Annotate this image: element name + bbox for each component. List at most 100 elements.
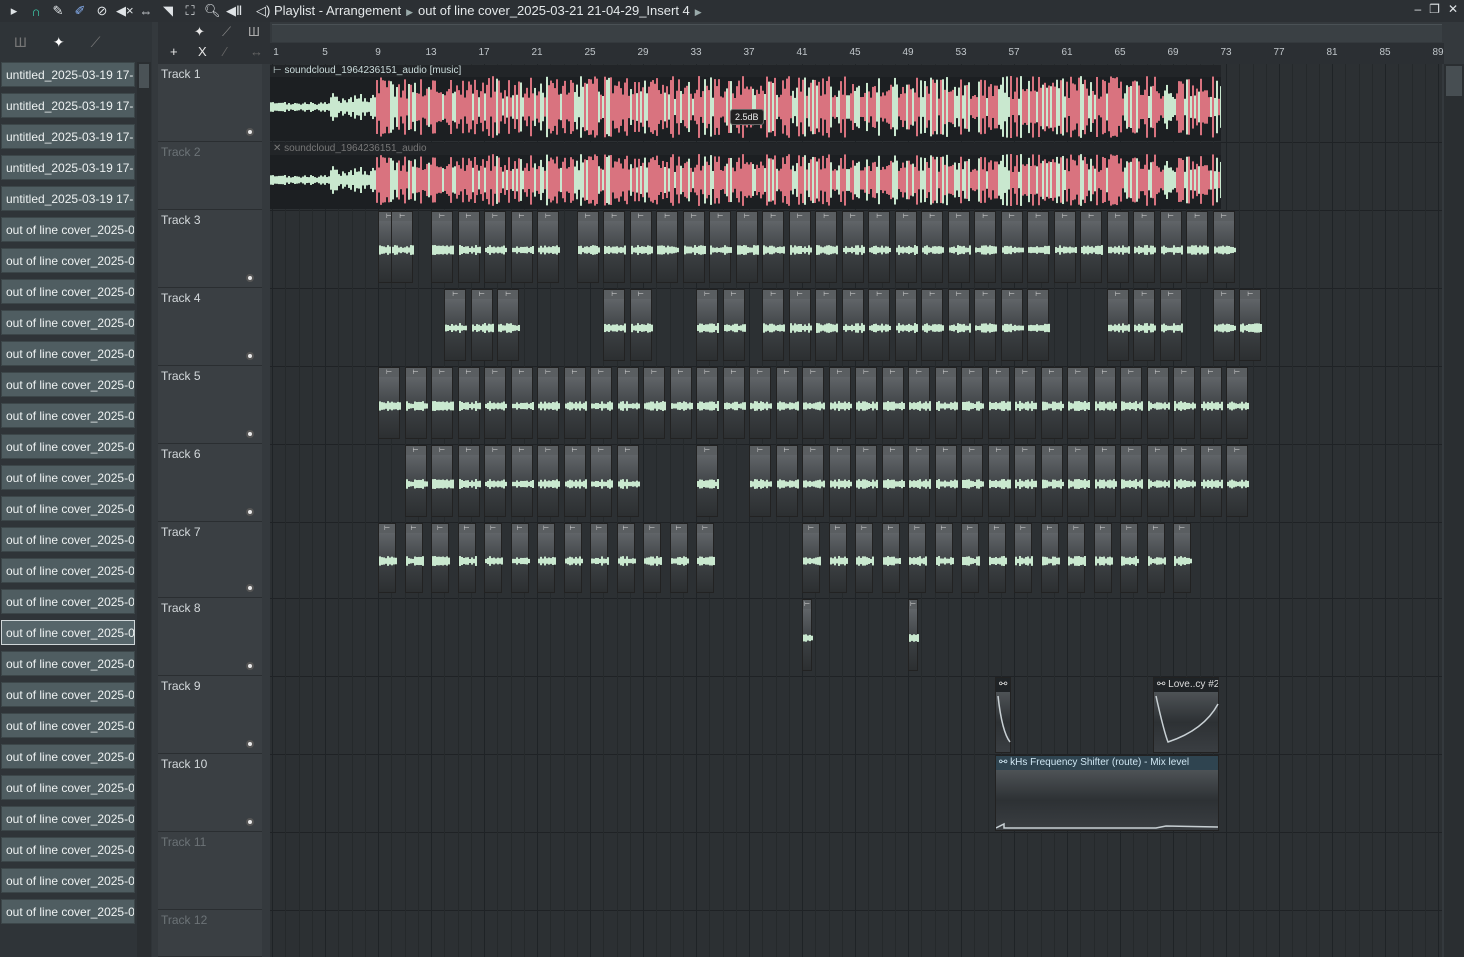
pattern-clip[interactable]: ⊢ <box>934 523 954 593</box>
pattern-clip[interactable]: ⊢ <box>815 211 839 283</box>
paint-icon[interactable]: ✐ <box>72 3 88 19</box>
track-header[interactable]: Track 10 <box>158 754 262 832</box>
picker-item[interactable]: out of line cover_2025-0... <box>1 620 135 645</box>
automation-icon[interactable]: ⟋ <box>91 34 101 51</box>
picker-item[interactable]: untitled_2025-03-19 17-... <box>1 124 135 149</box>
pattern-clip[interactable]: ⊢ <box>537 211 560 283</box>
pattern-clip[interactable]: ⊢ <box>762 211 786 283</box>
pattern-clip[interactable]: ⊢ <box>1173 523 1192 593</box>
pattern-clip[interactable]: ⊢ <box>1067 445 1090 517</box>
pattern-clip[interactable]: ⊢ <box>894 289 918 361</box>
pattern-clip[interactable]: ⊢ <box>1239 289 1263 361</box>
pattern-clip[interactable]: ⊢ <box>484 523 503 593</box>
pattern-clip[interactable]: ⊢ <box>590 367 613 439</box>
pattern-clip[interactable]: ⊢ <box>497 289 521 361</box>
pattern-clip[interactable]: ⊢ <box>802 367 825 439</box>
pattern-clip[interactable]: ⊢ <box>841 289 865 361</box>
pattern-clip[interactable]: ⊢ <box>1146 367 1170 439</box>
picker-item[interactable]: untitled_2025-03-19 17-... <box>1 93 135 118</box>
track-mute-button[interactable] <box>246 508 254 516</box>
pattern-clip[interactable]: ⊢ <box>855 523 874 593</box>
picker-item[interactable]: out of line cover_2025-0... <box>1 868 135 893</box>
pattern-clip[interactable]: ⊢ <box>484 445 507 517</box>
pattern-clip[interactable]: ⊢ <box>974 289 998 361</box>
pattern-clip[interactable]: ⊢ <box>881 367 905 439</box>
picker-item[interactable]: out of line cover_2025-0... <box>1 651 135 676</box>
pattern-filter-icon[interactable]: Ш <box>248 24 260 39</box>
pattern-clip[interactable]: ⊢ <box>696 445 719 517</box>
track-header[interactable]: Track 11 <box>158 832 262 910</box>
pattern-clip[interactable]: ⊢ <box>802 599 813 671</box>
pattern-clip[interactable]: ⊢ <box>537 367 560 439</box>
pattern-clip[interactable]: ⊢ <box>643 367 666 439</box>
pattern-clip[interactable]: ⊢ <box>576 211 600 283</box>
pattern-clip[interactable]: ⊢ <box>881 445 905 517</box>
pattern-clip[interactable]: ⊢ <box>1014 445 1037 517</box>
overview-scrollbar[interactable] <box>272 24 1442 42</box>
pattern-clip[interactable]: ⊢ <box>1067 523 1086 593</box>
picker-item[interactable]: out of line cover_2025-0... <box>1 713 135 738</box>
delete-icon[interactable]: ⊘ <box>94 3 110 19</box>
pattern-clip[interactable]: ⊢ <box>1040 445 1064 517</box>
vertical-scrollbar[interactable] <box>1444 64 1464 957</box>
pattern-clip[interactable]: ⊢ <box>908 367 931 439</box>
pattern-clip[interactable]: ⊢ <box>629 289 653 361</box>
pattern-clip[interactable]: ⊢ <box>669 523 689 593</box>
pattern-clip[interactable]: ⊢ <box>894 211 918 283</box>
picker-item[interactable]: out of line cover_2025-0... <box>1 527 135 552</box>
pattern-clip[interactable]: ⊢ <box>669 367 693 439</box>
pattern-clip[interactable]: ⊢ <box>563 367 587 439</box>
pattern-clip[interactable]: ⊢ <box>696 289 719 361</box>
pattern-clip[interactable]: ⊢ <box>378 367 401 439</box>
picker-item[interactable]: out of line cover_2025-0... <box>1 403 135 428</box>
timeline-ruler[interactable]: 1 5 9 13 17 21 25 29 33 37 41 45 49 53 57 61 65 69 73 77 81 8… <box>270 43 1444 64</box>
track-header[interactable]: Track 7 <box>158 522 262 598</box>
pattern-clip[interactable]: ⊢ <box>1159 289 1183 361</box>
pattern-clip[interactable]: ⊢ <box>378 523 397 593</box>
pattern-clip[interactable]: ⊢ <box>961 445 984 517</box>
playback-icon[interactable]: ◀Ⅱ <box>226 3 242 19</box>
pattern-clip[interactable]: ⊢ <box>510 445 534 517</box>
pattern-clip[interactable]: ⊢ <box>987 367 1011 439</box>
pattern-clip[interactable]: ⊢ <box>1226 367 1249 439</box>
track-mute-button[interactable] <box>246 128 254 136</box>
pattern-clip[interactable]: ⊢ <box>404 445 428 517</box>
pattern-clip[interactable]: ⊢ <box>1093 445 1117 517</box>
picker-scrollbar[interactable] <box>137 62 151 957</box>
piano-roll-icon[interactable]: Ш <box>14 34 27 50</box>
track-header[interactable]: Track 4 <box>158 288 262 366</box>
pattern-clip[interactable]: ⊢ <box>1040 523 1060 593</box>
pattern-clip[interactable]: ⊢ <box>590 523 609 593</box>
pattern-clip[interactable]: ⊢ <box>431 367 454 439</box>
picker-item[interactable]: out of line cover_2025-0... <box>1 558 135 583</box>
pattern-clip[interactable]: ⊢ <box>1120 445 1143 517</box>
pattern-clip[interactable]: ⊢ <box>908 445 931 517</box>
track-header[interactable]: Track 5 <box>158 366 262 444</box>
pattern-clip[interactable]: ⊢ <box>603 289 627 361</box>
picker-item[interactable]: out of line cover_2025-0... <box>1 682 135 707</box>
pattern-clip[interactable]: ⊢ <box>855 367 878 439</box>
automation-clip[interactable]: ⚯ <box>995 677 1011 753</box>
close-button[interactable]: ✕ <box>1448 2 1458 16</box>
pattern-clip[interactable]: ⊢ <box>1093 523 1113 593</box>
select-icon[interactable]: ⛶ <box>182 3 198 19</box>
pattern-clip[interactable]: ⊢ <box>484 367 507 439</box>
automation-clip[interactable]: ⚯ Love..cy #2 <box>1153 677 1219 753</box>
track-header[interactable]: Track 9 <box>158 676 262 754</box>
track-header[interactable]: Track 12 <box>158 910 262 957</box>
picker-item[interactable]: untitled_2025-03-19 17-... <box>1 155 135 180</box>
pattern-clip[interactable]: ⊢ <box>987 523 1007 593</box>
pattern-clip[interactable]: ⊢ <box>391 211 415 283</box>
automation-filter-icon[interactable]: ⟋ <box>222 24 231 40</box>
picker-item[interactable]: out of line cover_2025-0... <box>1 434 135 459</box>
pattern-clip[interactable]: ⊢ <box>1120 367 1143 439</box>
pattern-clip[interactable]: ⊢ <box>1053 211 1077 283</box>
add-track-icon[interactable]: + <box>170 44 178 59</box>
pattern-clip[interactable]: ⊢ <box>457 523 477 593</box>
audio-clip[interactable]: ⊢ soundcloud_1964236151_audio [music] 2.5… <box>270 65 1222 141</box>
pattern-clip[interactable]: ⊢ <box>603 211 627 283</box>
pattern-clip[interactable]: ⊢ <box>828 523 848 593</box>
pattern-clip[interactable]: ⊢ <box>1133 289 1157 361</box>
pattern-clip[interactable]: ⊢ <box>1199 367 1223 439</box>
pattern-clip[interactable]: ⊢ <box>722 367 746 439</box>
